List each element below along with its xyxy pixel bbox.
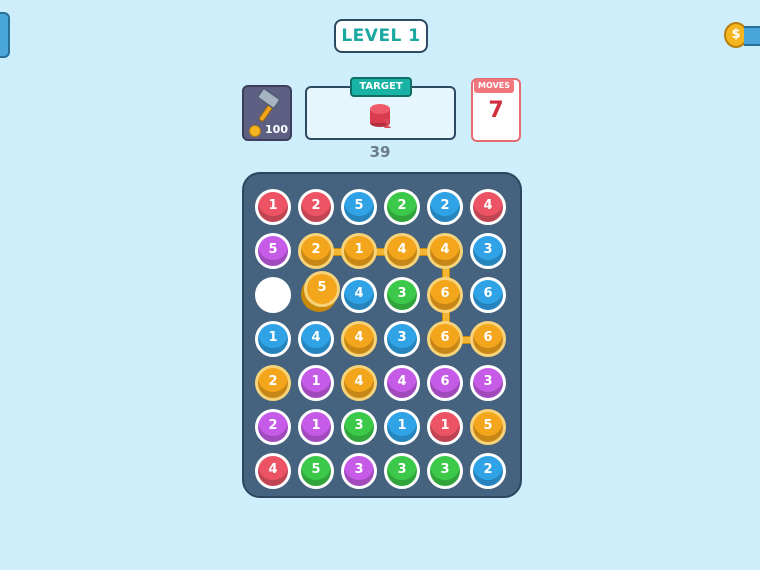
chip-orange[interactable]: 6 — [427, 277, 463, 313]
chip-green[interactable]: 5 — [298, 453, 334, 489]
chip-orange[interactable]: 5 — [470, 409, 506, 445]
chip-orange[interactable]: 2 — [255, 365, 291, 401]
chip-green[interactable]: 3 — [427, 453, 463, 489]
game-board: 1252245214435436614436621446321311545333… — [242, 172, 522, 498]
coin-bar — [744, 26, 760, 46]
chip-red[interactable]: 4 — [255, 453, 291, 489]
chip-purple[interactable]: 3 — [470, 365, 506, 401]
target-count: 1 — [383, 117, 392, 131]
target-label: TARGET — [350, 77, 412, 97]
chip-purple[interactable]: 6 — [427, 365, 463, 401]
coin-icon — [249, 125, 261, 137]
hammer-cost-value: 100 — [265, 123, 288, 136]
chip-blue[interactable]: 3 — [470, 233, 506, 269]
hammer-cost: 100 — [246, 123, 288, 137]
level-title: LEVEL 1 — [334, 19, 428, 53]
chip-green[interactable]: 3 — [384, 277, 420, 313]
chip-blue[interactable]: 2 — [470, 453, 506, 489]
chip-red[interactable]: 2 — [298, 189, 334, 225]
chip-red[interactable]: 1 — [427, 409, 463, 445]
chip-blue[interactable]: 2 — [427, 189, 463, 225]
chip-blue[interactable]: 1 — [384, 409, 420, 445]
chip-orange[interactable]: 5 — [304, 271, 340, 307]
chip-blue[interactable]: 3 — [384, 321, 420, 357]
chip-orange[interactable]: 1 — [341, 233, 377, 269]
chip-purple[interactable]: 5 — [255, 233, 291, 269]
chip-red[interactable]: 4 — [470, 189, 506, 225]
chip-purple[interactable]: 4 — [384, 365, 420, 401]
chip-green[interactable]: 2 — [384, 189, 420, 225]
hammer-icon — [257, 90, 281, 122]
moves-label: MOVES — [474, 79, 514, 93]
chip-orange[interactable]: 4 — [427, 233, 463, 269]
chip-purple[interactable]: 1 — [298, 409, 334, 445]
empty-slot[interactable] — [255, 277, 291, 313]
chip-red[interactable]: 1 — [255, 189, 291, 225]
chip-orange[interactable]: 4 — [384, 233, 420, 269]
chip-orange[interactable]: 4 — [341, 321, 377, 357]
chip-blue[interactable]: 4 — [298, 321, 334, 357]
chip-purple[interactable]: 1 — [298, 365, 334, 401]
chip-orange[interactable]: 6 — [470, 321, 506, 357]
chip-blue[interactable]: 5 — [341, 189, 377, 225]
chip-blue[interactable]: 1 — [255, 321, 291, 357]
chip-purple[interactable]: 2 — [255, 409, 291, 445]
chip-green[interactable]: 3 — [341, 409, 377, 445]
chip-orange[interactable]: 2 — [298, 233, 334, 269]
chip-green[interactable]: 3 — [384, 453, 420, 489]
moves-value: 7 — [488, 98, 504, 123]
hammer-powerup-button[interactable]: 100 — [242, 85, 292, 141]
score-value: 39 — [369, 143, 391, 161]
chip-orange[interactable]: 6 — [427, 321, 463, 357]
chip-blue[interactable]: 6 — [470, 277, 506, 313]
left-menu-button[interactable] — [0, 12, 10, 58]
chip-blue[interactable]: 4 — [341, 277, 377, 313]
coin-counter: $ — [724, 20, 760, 50]
chip-purple[interactable]: 3 — [341, 453, 377, 489]
chip-orange[interactable]: 4 — [341, 365, 377, 401]
